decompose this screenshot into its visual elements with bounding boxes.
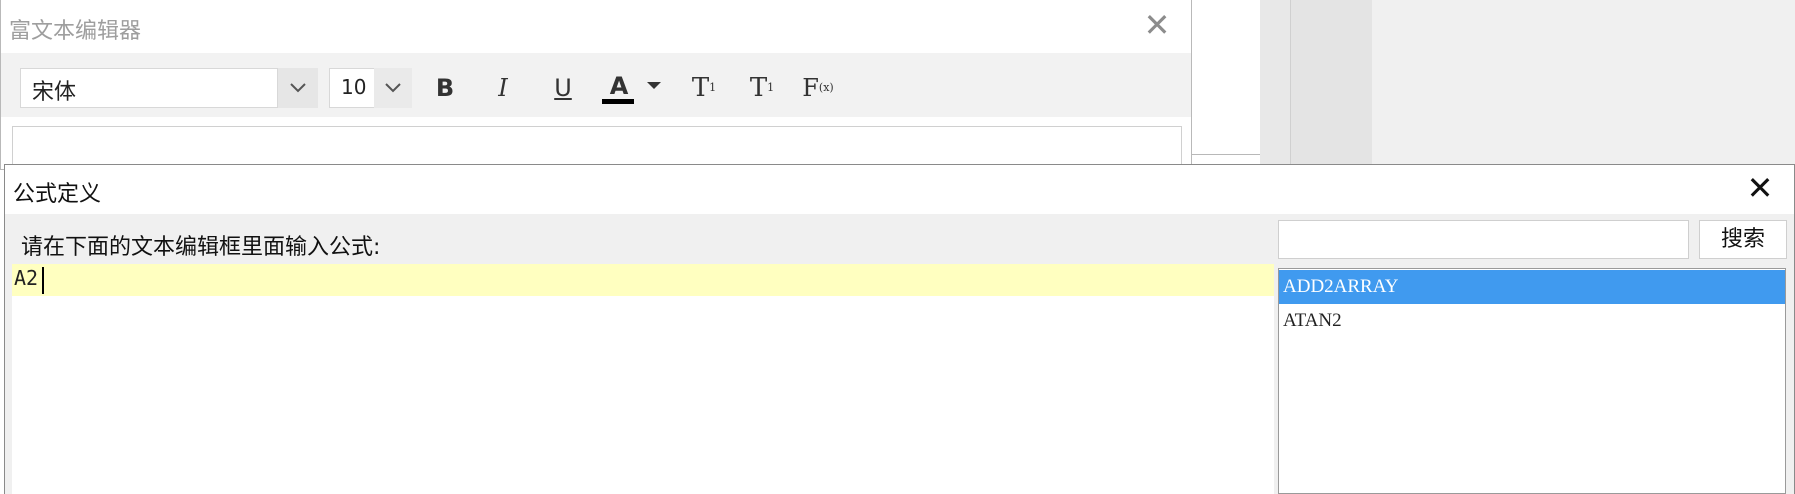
subscript-button[interactable]: T1 (744, 68, 780, 108)
background-divider (1190, 154, 1260, 155)
background-column (1290, 0, 1372, 180)
list-item[interactable]: ADD2ARRAY (1279, 270, 1785, 304)
superscript-letter: T (691, 73, 710, 103)
formula-letter: F (802, 74, 819, 102)
formula-prompt: 请在下面的文本编辑框里面输入公式: (21, 235, 381, 260)
font-size-value: 10 (341, 75, 367, 99)
background-panel (1372, 0, 1795, 180)
italic-button[interactable]: I (488, 68, 518, 108)
close-icon[interactable]: ✕ (1738, 168, 1782, 208)
underline-button[interactable]: U (548, 68, 578, 108)
bold-button[interactable]: B (430, 68, 460, 108)
caret-down-icon[interactable] (647, 82, 661, 89)
text-caret (42, 267, 44, 294)
formula-value[interactable]: A2 (14, 266, 38, 290)
function-search-input[interactable] (1278, 220, 1689, 259)
search-button[interactable]: 搜索 (1699, 220, 1787, 259)
close-icon[interactable]: ✕ (1140, 8, 1174, 42)
formula-current-line (12, 264, 1274, 296)
formula-mark: (x) (818, 81, 834, 94)
list-item[interactable]: ATAN2 (1279, 304, 1785, 338)
subscript-letter: T (749, 73, 768, 103)
font-family-value: 宋体 (32, 80, 77, 105)
superscript-button[interactable]: T1 (686, 68, 722, 108)
font-color-swatch (602, 99, 634, 104)
dialog-title: 公式定义 (13, 182, 102, 207)
chevron-down-icon[interactable] (374, 68, 412, 108)
chevron-down-icon[interactable] (277, 68, 318, 108)
subscript-mark: 1 (767, 81, 775, 94)
background-column (1260, 0, 1290, 180)
superscript-mark: 1 (709, 81, 717, 94)
rich-text-editor-title: 富文本编辑器 (9, 19, 142, 44)
formula-editor[interactable] (12, 264, 1274, 494)
insert-formula-button[interactable]: F(x) (798, 68, 838, 108)
